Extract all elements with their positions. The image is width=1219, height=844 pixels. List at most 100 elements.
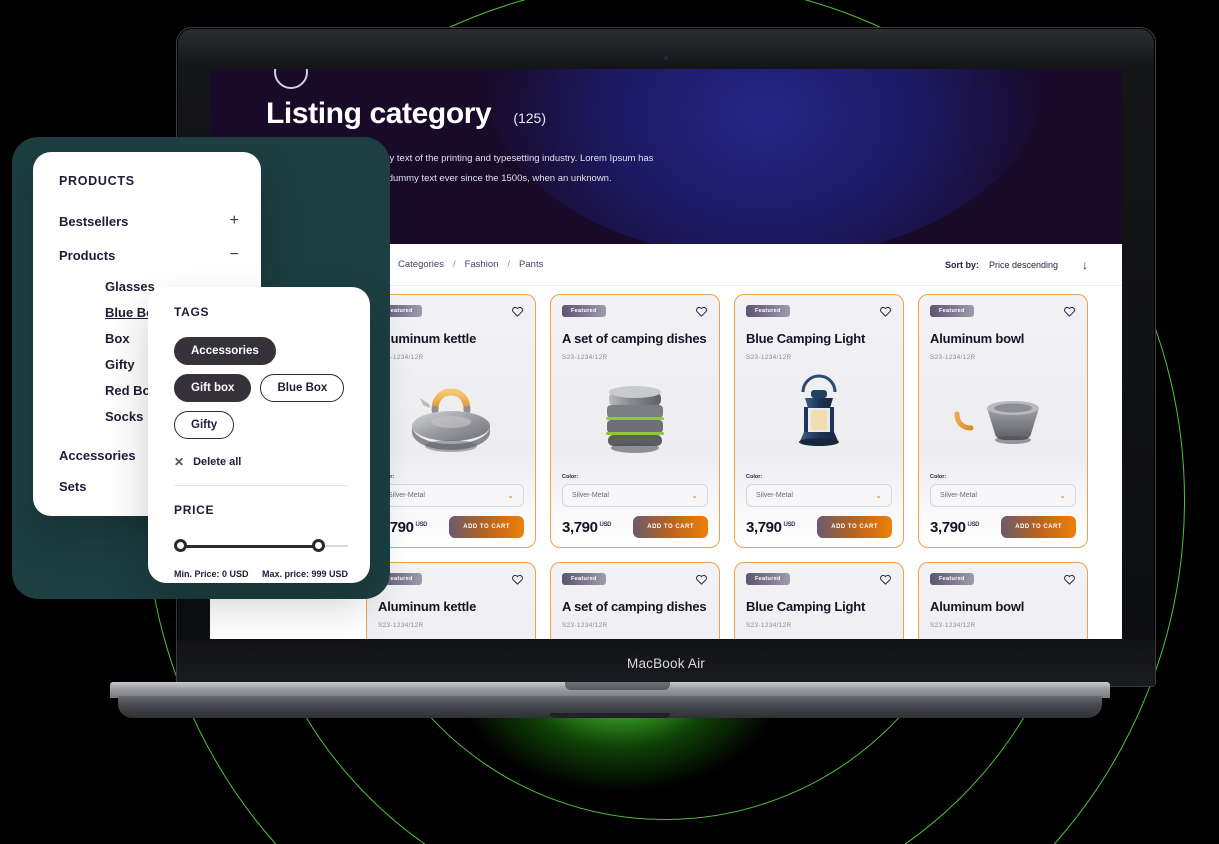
color-field-label: Color: [930,474,947,480]
product-card-header: Featured [378,305,524,323]
product-card-header: Featured [930,305,1076,323]
products-menu-toggle-icon[interactable]: + [230,212,239,230]
product-card[interactable]: Featured Blue Camping Light S23-1234/12R Co… [734,294,904,548]
price-currency: USD [967,521,980,528]
product-card[interactable]: Featured A set of camping dishes S23-1234/… [550,562,720,639]
tag-chip-blue-box[interactable]: Blue Box [260,374,345,402]
price-currency: USD [415,521,428,528]
color-field-label: Color: [746,474,763,480]
favorite-heart-icon[interactable] [695,573,708,591]
close-icon: ✕ [174,455,185,469]
camping-lantern-image [746,361,892,474]
products-menu-row-bestsellers[interactable]: Bestsellers + [59,188,239,234]
product-card[interactable]: Featured A set of camping dishes S23-1234/… [550,294,720,548]
product-sku: S23-1234/12R [746,353,792,361]
product-card-header: Featured [930,573,1076,591]
camping-dishes-image [562,629,708,639]
add-to-cart-button[interactable]: ADD TO CART [817,516,892,538]
tag-chip-gift-box[interactable]: Gift box [174,374,252,402]
product-card[interactable]: FeaturedAluminum bowlS23-1234/12RColor:S… [918,562,1088,639]
laptop-chin: MacBook Air [177,640,1155,686]
chevron-down-icon[interactable]: ⌄ [875,491,882,500]
product-card[interactable]: FeaturedAluminum kettleS23-1234/12RColor… [366,294,536,548]
min-price-label: Min. Price: 0 USD [174,569,249,579]
chevron-down-icon[interactable]: ⌄ [507,491,514,500]
tag-chip-gifty[interactable]: Gifty [174,411,235,439]
product-card[interactable]: FeaturedAluminum kettleS23-1234/12RColor… [366,562,536,639]
featured-badge: Featured [930,305,974,317]
product-sku: S23-1234/12R [562,621,608,629]
sort-value[interactable]: Price descending [989,260,1058,270]
breadcrumb-item-pants[interactable]: Pants [519,259,543,270]
product-title: Aluminum kettle [378,331,477,346]
featured-badge: Featured [562,573,606,585]
products-menu-row-label: Bestsellers [59,213,129,229]
favorite-heart-icon[interactable] [1063,305,1076,323]
sort-control[interactable]: Sort by: Price descending ↓ [945,258,1088,272]
camping-dishes-image [562,361,708,474]
price-range-slider[interactable] [174,539,348,553]
color-field-label: Color: [562,474,579,480]
device-name: MacBook Air [627,655,705,671]
tags-heading: TAGS [174,305,210,319]
color-select[interactable]: Silver-Metal ⌄ [562,484,708,507]
product-card-header: Featured [746,305,892,323]
price-currency: USD [599,521,612,528]
products-menu-row-products[interactable]: Products − [59,234,239,268]
product-card[interactable]: FeaturedAluminum bowlS23-1234/12RColor:S… [918,294,1088,548]
slider-handle-max[interactable] [312,539,325,552]
tags-delete-all-button[interactable]: ✕ Delete all [174,455,348,469]
product-title: A set of camping dishes [562,599,707,614]
chevron-down-icon[interactable]: ⌄ [691,491,698,500]
webcam-icon [664,56,668,60]
price-heading: PRICE [174,503,215,517]
product-title: Aluminum bowl [930,599,1025,614]
favorite-heart-icon[interactable] [511,305,524,323]
featured-badge: Featured [562,305,606,317]
favorite-heart-icon[interactable] [1063,573,1076,591]
breadcrumb-item-categories[interactable]: Categories [398,259,444,270]
product-card-header: Featured [562,573,708,591]
product-sku: S23-1234/12R [930,353,976,361]
featured-badge: Featured [930,573,974,585]
max-price-label: Max. price: 999 USD [261,569,348,579]
add-to-cart-button[interactable]: ADD TO CART [1001,516,1076,538]
products-menu-toggle-icon[interactable]: − [230,246,239,264]
product-card[interactable]: FeaturedBlue Camping LightS23-1234/12RCo… [734,562,904,639]
products-menu-row-label: Products [59,247,116,263]
page-title: Listing category [266,97,492,130]
breadcrumb: Categories / Fashion / Pants [398,259,543,270]
color-select[interactable]: Silver-Metal ⌄ [930,484,1076,507]
add-to-cart-button[interactable]: ADD TO CART [633,516,708,538]
slider-fill [178,545,318,548]
price-range-labels: Min. Price: 0 USD Max. price: 999 USD [174,569,348,579]
products-menu-row-label: Accessories [59,448,136,463]
product-card-header: Featured [378,573,524,591]
favorite-heart-icon[interactable] [695,305,708,323]
product-card-footer: 3,790 USD ADD TO CART [378,516,524,538]
tag-chip-accessories[interactable]: Accessories [174,337,276,365]
slider-handle-min[interactable] [174,539,187,552]
products-menu-row-label: Sets [59,479,87,494]
add-to-cart-button[interactable]: ADD TO CART [449,516,524,538]
color-select-value: Silver-Metal [388,492,425,499]
breadcrumb-item-fashion[interactable]: Fashion [465,259,499,270]
camping-lantern-image [746,629,892,639]
product-card-header: Featured [562,305,708,323]
screenshot-stage: Listing category (125) Lorem Ipsum is si… [0,0,1219,844]
product-title: A set of camping dishes [562,331,707,346]
favorite-heart-icon[interactable] [879,573,892,591]
color-select[interactable]: Silver-Metal ⌄ [378,484,524,507]
product-title: Blue Camping Light [746,331,866,346]
product-card-footer: 3,790 USD ADD TO CART [562,516,708,538]
color-select-value: Silver-Metal [572,492,609,499]
favorite-heart-icon[interactable] [511,573,524,591]
color-select[interactable]: Silver-Metal ⌄ [746,484,892,507]
sort-direction-icon[interactable]: ↓ [1082,258,1088,272]
product-sku: S23-1234/12R [378,621,424,629]
price-currency: USD [783,521,796,528]
tags-delete-all-label: Delete all [193,456,242,468]
favorite-heart-icon[interactable] [879,305,892,323]
chevron-down-icon[interactable]: ⌄ [1059,491,1066,500]
aluminum-bowl-image [930,361,1076,474]
